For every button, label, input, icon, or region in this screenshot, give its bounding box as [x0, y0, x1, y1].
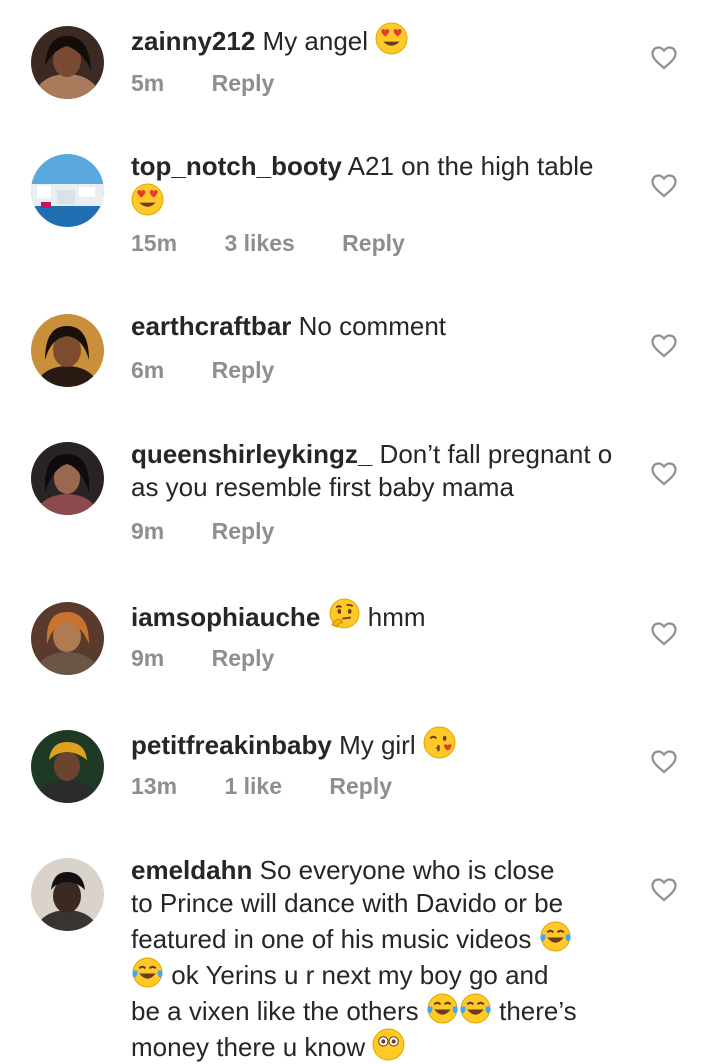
reply-button[interactable]: Reply [329, 773, 392, 800]
comment-text-line: be a vixen like the others [131, 996, 419, 1026]
reply-button[interactable]: Reply [342, 230, 405, 257]
thinking-face-emoji [328, 598, 361, 631]
avatar[interactable] [31, 602, 104, 675]
comment-meta: 15m 3 likes Reply [131, 230, 405, 257]
comment-text: My girl [339, 730, 416, 760]
joy-emoji [459, 992, 492, 1025]
like-heart-icon[interactable] [651, 750, 677, 774]
comment-text: Don’t fall pregnant o [379, 439, 613, 469]
comment-username[interactable]: emeldahn [131, 855, 252, 885]
comment-text: So everyone who is close [259, 855, 555, 885]
comment-time: 5m [131, 70, 165, 96]
like-heart-icon[interactable] [651, 174, 677, 198]
comment-meta: 9m Reply [131, 518, 274, 545]
heart-eyes-emoji [131, 183, 164, 216]
comment-body: queenshirleykingz_ Don’t fall pregnant o… [131, 438, 631, 504]
like-heart-icon[interactable] [651, 46, 677, 70]
comment-body: earthcraftbar No comment [131, 310, 631, 343]
reply-button[interactable]: Reply [212, 70, 275, 97]
comment-meta: 9m Reply [131, 645, 274, 672]
avatar[interactable] [31, 858, 104, 931]
comment-text: My angel [262, 26, 369, 56]
comment-body: top_notch_booty A21 on the high table [131, 150, 631, 219]
comment-username[interactable]: queenshirleykingz_ [131, 439, 372, 469]
comment-text-line: money there u know [131, 1032, 366, 1062]
flushed-emoji [372, 1028, 405, 1061]
comment-meta: 6m Reply [131, 357, 274, 384]
avatar[interactable] [31, 442, 104, 515]
like-heart-icon[interactable] [651, 334, 677, 358]
comment-body: petitfreakinbaby My girl [131, 726, 631, 762]
comment-time: 6m [131, 357, 165, 383]
avatar[interactable] [31, 730, 104, 803]
reply-button[interactable]: Reply [212, 357, 275, 384]
comment-username[interactable]: zainny212 [131, 26, 255, 56]
comment-username[interactable]: iamsophiauche [131, 602, 320, 632]
comment-text-line: as you resemble first baby mama [131, 472, 514, 502]
joy-emoji [131, 956, 164, 989]
avatar[interactable] [31, 26, 104, 99]
comment-username[interactable]: earthcraftbar [131, 311, 291, 341]
comment-username[interactable]: petitfreakinbaby [131, 730, 332, 760]
comment-text: A21 on the high table [347, 151, 594, 181]
heart-eyes-emoji [375, 22, 408, 55]
comment-body: iamsophiauche hmm [131, 598, 631, 634]
comment-text-line: featured in one of his music videos [131, 924, 532, 954]
comment-time: 13m [131, 773, 178, 799]
reply-button[interactable]: Reply [212, 645, 275, 672]
comment-body: zainny212 My angel [131, 22, 631, 58]
comment-time: 9m [131, 518, 165, 544]
like-heart-icon[interactable] [651, 462, 677, 486]
comment-text-line: ok Yerins u r next my boy go and [171, 960, 549, 990]
comment-text: No comment [298, 311, 447, 341]
like-heart-icon[interactable] [651, 622, 677, 646]
joy-emoji [426, 992, 459, 1025]
comment-username[interactable]: top_notch_booty [131, 151, 342, 181]
comment-text-line: there’s [499, 996, 577, 1026]
like-heart-icon[interactable] [651, 878, 677, 902]
kissing-heart-emoji [423, 726, 456, 759]
comment-text: hmm [367, 602, 426, 632]
comment-likes[interactable]: 1 like [224, 773, 282, 800]
comment-likes[interactable]: 3 likes [224, 230, 294, 257]
comment-meta: 13m 1 like Reply [131, 773, 392, 800]
avatar[interactable] [31, 154, 104, 227]
comment-meta: 5m Reply [131, 70, 274, 97]
avatar[interactable] [31, 314, 104, 387]
reply-button[interactable]: Reply [212, 518, 275, 545]
comment-time: 9m [131, 645, 165, 671]
comment-text-line: to Prince will dance with Davido or be [131, 888, 564, 918]
comment-body: emeldahn So everyone who is close to Pri… [131, 854, 631, 1064]
comment-time: 15m [131, 230, 178, 256]
joy-emoji [539, 920, 572, 953]
